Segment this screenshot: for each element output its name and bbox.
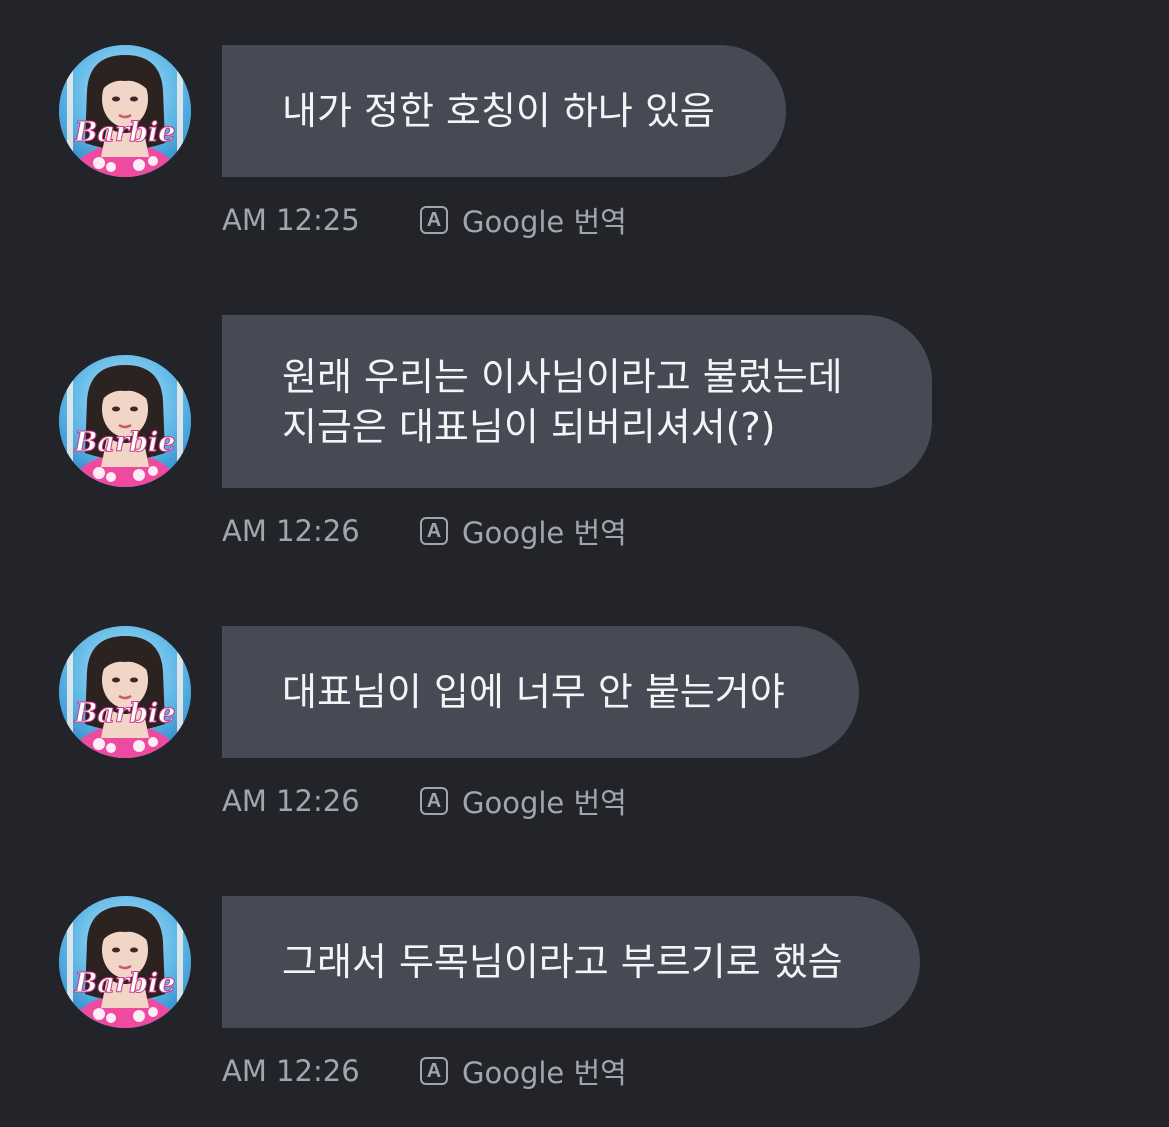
avatar-logo-text: Barbie — [74, 968, 176, 999]
message-time: AM 12:26 — [222, 514, 360, 548]
message-bubble[interactable]: 내가 정한 호칭이 하나 있음 — [222, 45, 786, 177]
message-text: 원래 우리는 이사님이라고 불렀는데 지금은 대표님이 되버리셔서(?) — [282, 354, 843, 449]
google-translate-button[interactable]: A Google 번역 — [420, 1050, 627, 1092]
message-bubble[interactable]: 그래서 두목님이라고 부르기로 했슴 — [222, 896, 920, 1028]
avatar-logo-text: Barbie — [74, 117, 176, 148]
message-meta: AM 12:26 A Google 번역 — [222, 1051, 627, 1091]
message-time: AM 12:26 — [222, 784, 360, 818]
translate-label: Google 번역 — [462, 786, 627, 820]
message-meta: AM 12:26 A Google 번역 — [222, 511, 627, 551]
profile-photo-icon: Barbie — [59, 355, 191, 487]
avatar[interactable]: Barbie — [59, 896, 191, 1028]
message-text: 내가 정한 호칭이 하나 있음 — [282, 89, 715, 133]
avatar[interactable]: Barbie — [59, 355, 191, 487]
translate-label: Google 번역 — [462, 1056, 627, 1090]
translate-icon: A — [420, 517, 448, 545]
message-meta: AM 12:26 A Google 번역 — [222, 781, 627, 821]
avatar[interactable]: Barbie — [59, 626, 191, 758]
avatar[interactable]: Barbie — [59, 45, 191, 177]
google-translate-button[interactable]: A Google 번역 — [420, 780, 627, 822]
translate-icon: A — [420, 206, 448, 234]
message-time: AM 12:26 — [222, 1054, 360, 1088]
profile-photo-icon: Barbie — [59, 626, 191, 758]
profile-photo-icon: Barbie — [59, 45, 191, 177]
message-time: AM 12:25 — [222, 203, 360, 237]
google-translate-button[interactable]: A Google 번역 — [420, 199, 627, 241]
translate-icon: A — [420, 787, 448, 815]
avatar-logo-text: Barbie — [74, 698, 176, 729]
google-translate-button[interactable]: A Google 번역 — [420, 510, 627, 552]
chat-thread: Barbie 내가 정한 호칭이 하나 있음 AM 12:25 A Google… — [0, 0, 1169, 1127]
message-meta: AM 12:25 A Google 번역 — [222, 200, 627, 240]
profile-photo-icon: Barbie — [59, 896, 191, 1028]
message-text: 그래서 두목님이라고 부르기로 했슴 — [282, 940, 843, 984]
avatar-logo-text: Barbie — [74, 427, 176, 458]
translate-icon: A — [420, 1057, 448, 1085]
message-bubble[interactable]: 대표님이 입에 너무 안 붙는거야 — [222, 626, 859, 758]
message-bubble[interactable]: 원래 우리는 이사님이라고 불렀는데 지금은 대표님이 되버리셔서(?) — [222, 315, 932, 488]
message-text: 대표님이 입에 너무 안 붙는거야 — [282, 670, 785, 714]
translate-label: Google 번역 — [462, 205, 627, 239]
translate-label: Google 번역 — [462, 516, 627, 550]
